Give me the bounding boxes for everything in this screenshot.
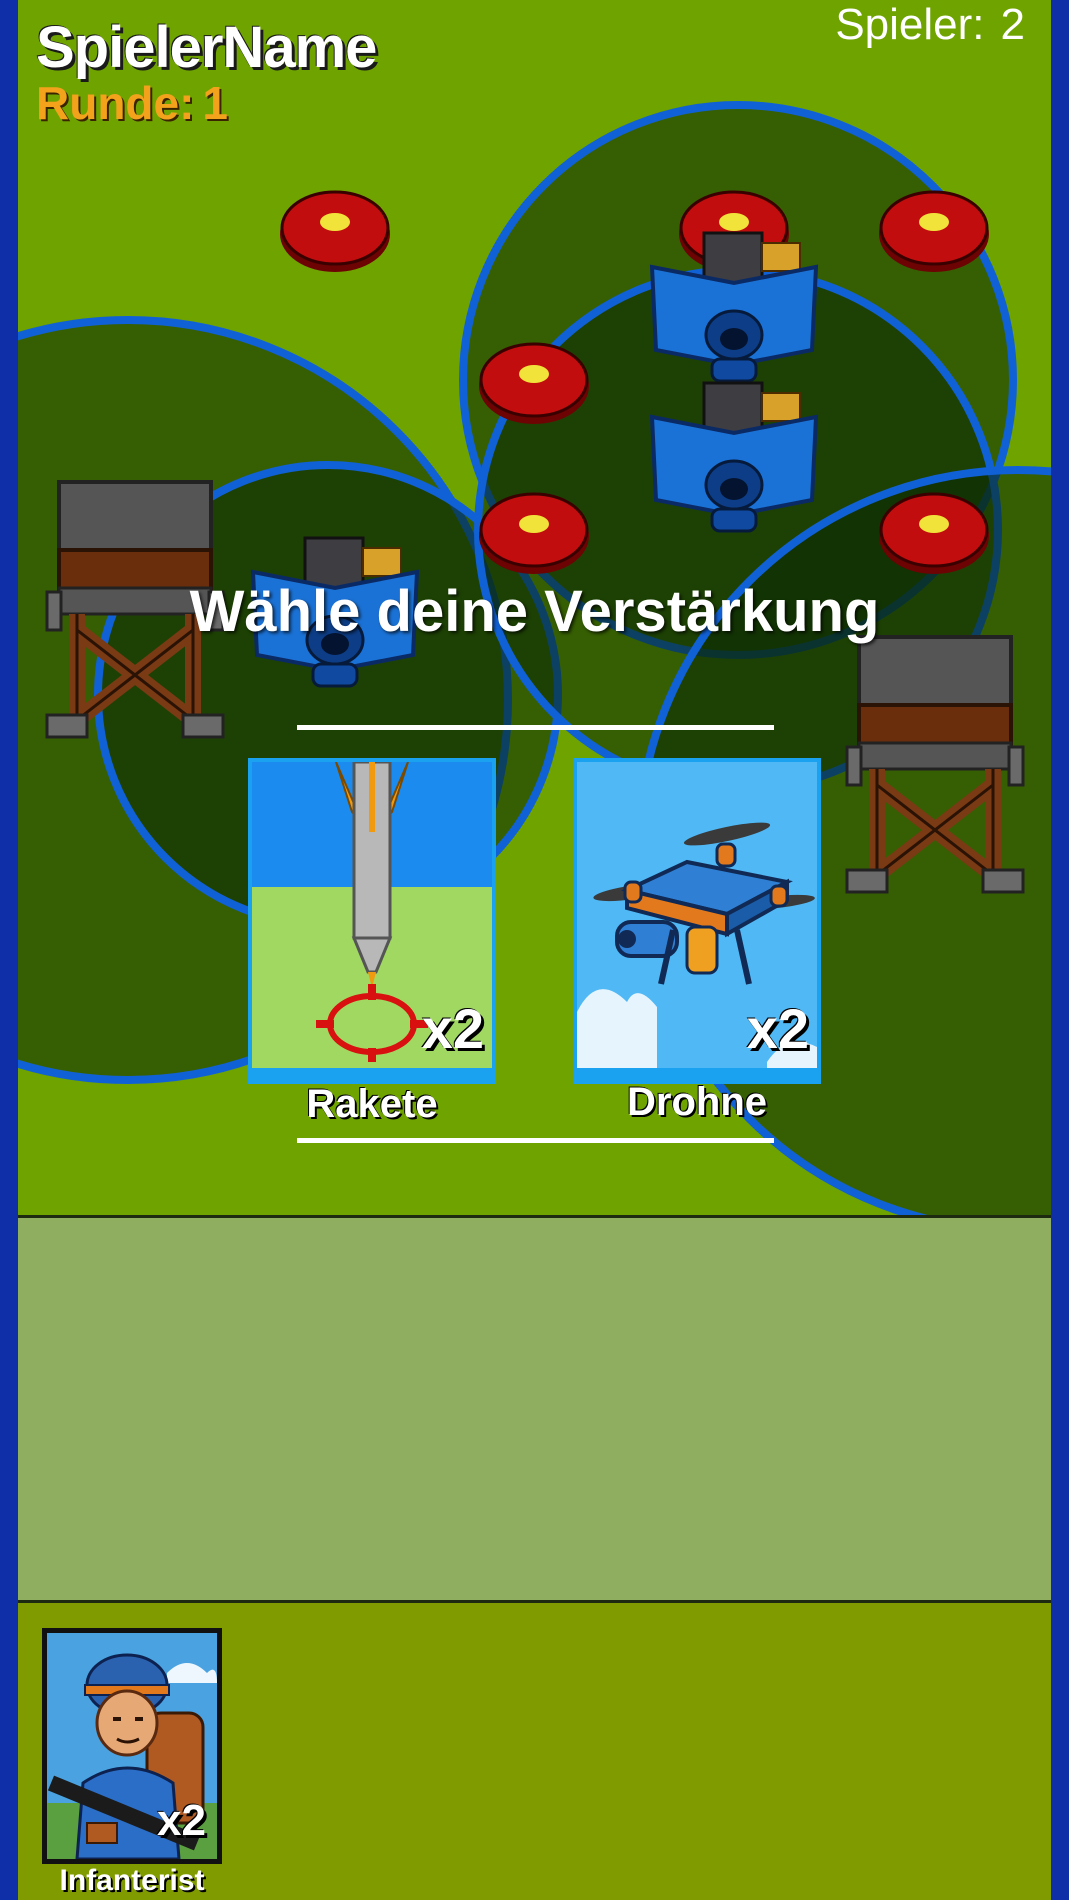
hand-card-infantry[interactable]: x2 bbox=[42, 1628, 222, 1864]
infantry-count: x2 bbox=[157, 1796, 206, 1845]
target-pad bbox=[280, 190, 390, 272]
infantry-label: Infanterist bbox=[59, 1864, 205, 1897]
player-count-value: 2 bbox=[1000, 0, 1025, 49]
player-name: SpielerName bbox=[36, 15, 377, 80]
game-screen: SpielerName Runde: 1 Spieler: 2 Wähle dein… bbox=[18, 0, 1051, 1900]
drone-label: Drohne bbox=[627, 1080, 767, 1124]
reinforcement-title: Wähle deine Verstärkung bbox=[189, 579, 880, 644]
reinforcement-card-drone[interactable]: x2 bbox=[573, 758, 821, 1084]
divider-bottom bbox=[297, 1138, 774, 1143]
missile-label: Rakete bbox=[306, 1082, 438, 1126]
reinforcement-card-missile[interactable]: x2 bbox=[248, 758, 496, 1084]
board-panel[interactable] bbox=[18, 1215, 1051, 1603]
target-pad bbox=[879, 190, 989, 272]
target-pad bbox=[479, 342, 589, 424]
round-value: 1 bbox=[202, 77, 229, 129]
player-count: Spieler: 2 bbox=[835, 0, 1025, 50]
target-pad bbox=[479, 492, 589, 574]
player-count-label: Spieler: bbox=[835, 0, 985, 49]
round-label: Runde: bbox=[36, 77, 195, 129]
missile-count: x2 bbox=[421, 997, 484, 1060]
drone-count: x2 bbox=[746, 997, 809, 1060]
divider-top bbox=[297, 725, 774, 730]
target-pad bbox=[879, 492, 989, 574]
battle-map[interactable]: SpielerName Runde: 1 Spieler: 2 Wähle dein… bbox=[18, 0, 1051, 1215]
round-indicator: Runde: 1 bbox=[36, 76, 228, 130]
